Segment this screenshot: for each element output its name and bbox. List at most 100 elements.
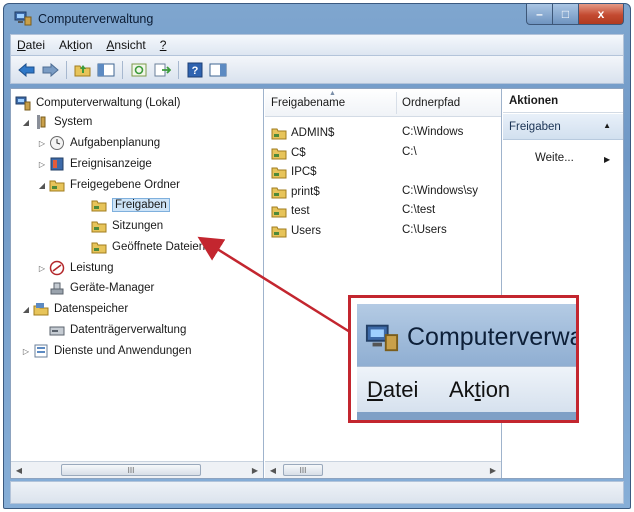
share-name-cell: print$ [271, 185, 320, 199]
zoom-menu-bar: Datei Aktion [357, 366, 576, 412]
tree-item-label: Aufgabenplanung [70, 137, 161, 149]
table-row[interactable]: IPC$ [265, 162, 501, 182]
menu-aktion[interactable]: Aktion [59, 38, 92, 52]
share-path: C:\Windows [402, 126, 464, 138]
tree-item-aufgabenplanung[interactable]: ▷ Aufgabenplanung [37, 133, 160, 153]
show-hide-tree-icon [97, 63, 115, 76]
tree-item-sitzungen[interactable]: Sitzungen [91, 216, 163, 236]
menu-ansicht[interactable]: Ansicht [106, 38, 145, 52]
tree-item-label: Sitzungen [112, 220, 164, 232]
share-name: C$ [291, 146, 306, 159]
tree-item-datenspeicher[interactable]: ◢ Datenspeicher [21, 299, 128, 319]
table-row[interactable]: Users C:\Users [265, 221, 501, 241]
refresh-icon [131, 63, 147, 76]
tree-item-label: Dienste und Anwendungen [54, 345, 192, 357]
back-button[interactable] [17, 60, 37, 80]
navigation-tree[interactable]: Computerverwaltung (Lokal) ◢ System ▷ Au… [11, 89, 264, 478]
actions-header: Aktionen [503, 89, 623, 113]
actions-section-label: Freigaben [509, 121, 561, 133]
action-weitere[interactable]: Weite... [535, 152, 574, 164]
tree-item-leistung[interactable]: ▷ Leistung [37, 258, 113, 278]
table-row[interactable]: ADMIN$ C:\Windows [265, 123, 501, 143]
share-path: C:\ [402, 145, 417, 158]
collapse-up-icon[interactable]: ▲ [603, 121, 611, 130]
actions-section-freigaben[interactable]: Freigaben ▲ [503, 114, 623, 140]
share-name: IPC$ [291, 166, 317, 179]
show-hide-tree-button[interactable] [96, 60, 116, 80]
tree-item-label: Freigegebene Ordner [70, 179, 180, 191]
tree-item-geoeffnete-dateien[interactable]: Geöffnete Dateien [91, 237, 205, 257]
zoom-toolbar-strip [357, 412, 576, 420]
shared-folder-icon [49, 180, 65, 192]
column-divider[interactable] [396, 92, 397, 114]
table-row[interactable]: test C:\test [265, 201, 501, 221]
expand-icon[interactable]: ▷ [37, 160, 47, 169]
shared-folder-icon [271, 167, 287, 179]
scroll-right-icon[interactable]: ▶ [247, 462, 263, 478]
console-button[interactable] [208, 60, 228, 80]
system-tools-icon [37, 115, 46, 129]
tree-item-label: Datenspeicher [54, 303, 129, 315]
tree-item-ereignisanzeige[interactable]: ▷ Ereignisanzeige [37, 154, 152, 174]
tree-item-label: Datenträgerverwaltung [70, 324, 187, 336]
help-button[interactable]: ? [185, 60, 205, 80]
list-horizontal-scrollbar[interactable]: ◀ III ▶ [265, 461, 501, 478]
disk-management-icon [49, 326, 65, 336]
sort-ascending-icon: ▲ [329, 90, 336, 97]
up-button[interactable] [73, 60, 93, 80]
tree-item-system[interactable]: ◢ System [21, 112, 92, 132]
toolbar-separator [122, 60, 123, 79]
tree-horizontal-scrollbar[interactable]: ◀ III ▶ [11, 461, 263, 478]
close-button[interactable]: x [579, 4, 624, 25]
device-manager-icon [50, 282, 64, 295]
forward-arrow-icon [42, 62, 59, 77]
maximize-button[interactable]: □ [553, 4, 579, 25]
toolbar-separator [178, 60, 179, 79]
collapse-icon[interactable]: ◢ [21, 118, 31, 127]
collapse-icon[interactable]: ◢ [37, 181, 47, 190]
share-name-cell: C$ [271, 146, 306, 160]
tree-item-computer-management[interactable]: Computerverwaltung (Lokal) [15, 93, 180, 113]
tree-item-label: Ereignisanzeige [70, 158, 152, 170]
tree-item-freigaben[interactable]: Freigaben [91, 195, 170, 215]
scroll-thumb[interactable]: III [283, 464, 323, 476]
scroll-left-icon[interactable]: ◀ [265, 462, 281, 478]
shared-folder-icon [91, 221, 107, 233]
tree-item-geraete-manager[interactable]: Geräte-Manager [49, 278, 154, 298]
share-path: C:\Windows\sy [402, 184, 479, 197]
menu-datei[interactable]: Datei [17, 38, 45, 52]
export-button[interactable] [152, 60, 172, 80]
expand-icon[interactable]: ▷ [37, 264, 47, 273]
share-path: C:\test [402, 204, 436, 217]
collapse-icon[interactable]: ◢ [21, 305, 31, 314]
share-name-cell: test [271, 204, 310, 218]
table-row[interactable]: C$ C:\ [265, 143, 501, 163]
status-bar [10, 481, 624, 504]
title-bar[interactable]: Computerverwaltung – □ x [4, 4, 630, 34]
zoom-window-title: Computerverwa [407, 323, 579, 351]
application-window: Computerverwaltung – □ x Datei Aktion An… [3, 3, 631, 509]
minimize-button[interactable]: – [526, 4, 553, 25]
column-header-ordnerpfad[interactable]: Ordnerpfad [402, 97, 460, 109]
tree-item-datentraegerverwaltung[interactable]: Datenträgerverwaltung [49, 320, 186, 340]
scroll-thumb[interactable]: III [61, 464, 201, 476]
console-icon [209, 63, 227, 76]
column-header-freigabename[interactable]: Freigabename [271, 97, 345, 109]
toolbar: ? [10, 56, 624, 84]
expand-icon[interactable]: ▷ [21, 347, 31, 356]
expand-icon[interactable]: ▷ [37, 139, 47, 148]
tree-item-freigegebene-ordner[interactable]: ◢ Freigegebene Ordner [37, 175, 180, 195]
tree-item-dienste-und-anwendungen[interactable]: ▷ Dienste und Anwendungen [21, 341, 191, 361]
tree-item-label: Geräte-Manager [70, 282, 155, 294]
tree-item-label: Freigaben [112, 198, 170, 212]
up-folder-icon [74, 64, 91, 76]
scroll-left-icon[interactable]: ◀ [11, 462, 27, 478]
list-header: ▲ Freigabename Ordnerpfad [265, 89, 501, 117]
export-icon [154, 63, 171, 76]
performance-icon [49, 260, 65, 276]
menu-help[interactable]: ? [160, 38, 167, 52]
refresh-button[interactable] [129, 60, 149, 80]
scroll-right-icon[interactable]: ▶ [485, 462, 501, 478]
table-row[interactable]: print$ C:\Windows\sy [265, 182, 501, 202]
forward-button[interactable] [40, 60, 60, 80]
